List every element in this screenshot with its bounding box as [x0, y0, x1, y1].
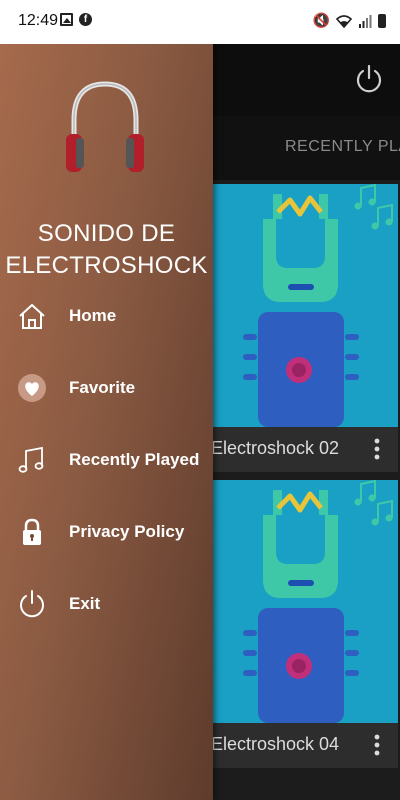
music-note-icon — [18, 446, 44, 473]
status-system-icons: 🔇 — [313, 12, 386, 29]
sound-title: Electroshock 02 — [211, 438, 340, 458]
headphones-icon — [66, 81, 144, 172]
status-time: 12:49 — [18, 12, 59, 29]
battery-icon — [378, 13, 386, 28]
app-title: SONIDO DE ELECTROSHOCK — [5, 220, 208, 279]
gallery-icon — [60, 13, 73, 26]
facebook-icon: f — [79, 13, 92, 26]
menu-label: Exit — [69, 594, 101, 613]
home-icon — [19, 304, 45, 329]
menu-item-exit[interactable]: Exit — [0, 576, 213, 632]
status-notification-icons: f — [60, 13, 92, 26]
status-bar: 12:49 f 🔇 — [0, 0, 400, 44]
menu-label: Recently Played — [69, 450, 200, 469]
more-vert-icon[interactable] — [374, 437, 380, 461]
tab-recently-played[interactable]: RECENTLY PLAY — [285, 138, 400, 156]
more-vert-icon[interactable] — [374, 733, 380, 757]
menu-item-favorite[interactable]: Favorite — [0, 360, 213, 416]
menu-label: Favorite — [69, 378, 136, 397]
power-icon — [20, 590, 44, 618]
menu-item-privacy-policy[interactable]: Privacy Policy — [0, 504, 213, 560]
heart-icon — [18, 374, 46, 402]
menu-label: Privacy Policy — [69, 522, 185, 541]
wifi-icon — [336, 14, 352, 28]
navigation-drawer: SONIDO DE ELECTROSHOCK Home Favorite Rec — [0, 44, 213, 800]
menu-label: Home — [69, 306, 117, 325]
screen: 12:49 f 🔇 shock — [0, 0, 400, 800]
menu-item-recently-played[interactable]: Recently Played — [0, 432, 213, 488]
lock-icon — [23, 518, 41, 545]
power-icon[interactable] — [352, 62, 386, 96]
sound-title: Electroshock 04 — [211, 734, 340, 754]
mute-icon: 🔇 — [312, 12, 330, 28]
menu-item-home[interactable]: Home — [0, 288, 213, 344]
signal-icon — [359, 14, 372, 28]
